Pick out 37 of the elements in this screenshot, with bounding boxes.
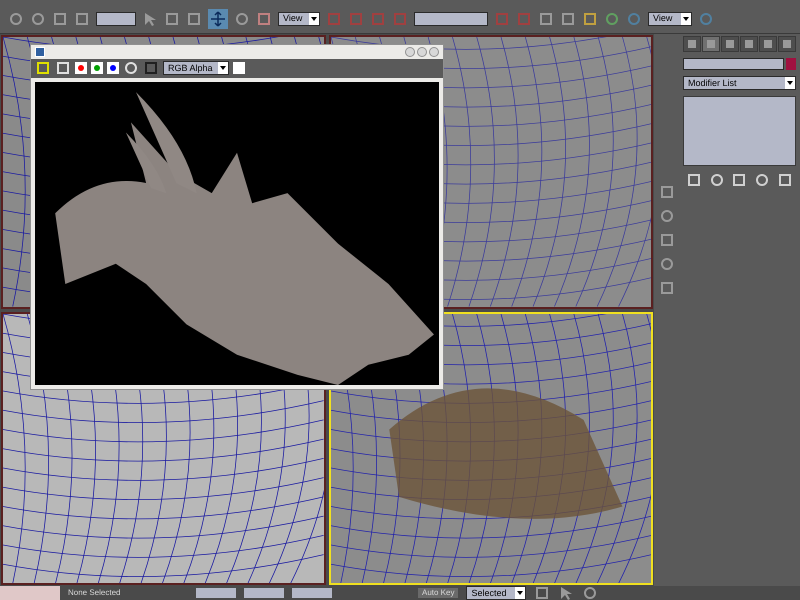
caret-icon <box>683 16 689 20</box>
object-name-field[interactable] <box>683 58 784 70</box>
command-panel-tab[interactable] <box>683 36 701 52</box>
command-panel-tab[interactable] <box>702 36 720 52</box>
channel-toggle[interactable] <box>75 62 87 74</box>
caret-icon <box>517 591 524 595</box>
coordinate-dropdown[interactable]: View <box>278 12 320 26</box>
select-cursor-icon[interactable] <box>142 10 158 26</box>
window-control-button[interactable] <box>405 46 415 57</box>
channel-dropdown[interactable]: RGB Alpha <box>163 61 229 76</box>
caret-icon <box>311 16 317 20</box>
command-panel-tab[interactable] <box>721 36 739 52</box>
key-filter-dropdown[interactable]: Selected <box>466 586 526 600</box>
channel-toggle[interactable] <box>107 62 119 74</box>
coordinate-field[interactable] <box>244 588 284 598</box>
command-panel-tab[interactable] <box>759 36 777 52</box>
coordinate-field[interactable] <box>196 588 236 598</box>
window-control-button[interactable] <box>429 46 439 57</box>
move-icon[interactable] <box>210 10 226 26</box>
command-panel-tab[interactable] <box>740 36 758 52</box>
app-logo-icon <box>35 46 45 57</box>
channel-toggle[interactable] <box>91 62 103 74</box>
selection-filter-dropdown[interactable] <box>96 12 136 26</box>
modifier-stack-list[interactable] <box>683 96 796 166</box>
caret-icon <box>787 81 793 85</box>
named-selection-field[interactable] <box>414 12 488 26</box>
caret-icon <box>220 66 226 70</box>
color-swatch[interactable] <box>233 62 245 74</box>
coordinate-field[interactable] <box>292 588 332 598</box>
render-type-dropdown[interactable]: View <box>648 12 692 26</box>
selection-status: None Selected <box>68 589 122 597</box>
maxscript-listener-field[interactable] <box>0 586 60 600</box>
command-panel-tab[interactable] <box>778 36 796 52</box>
object-color-swatch[interactable] <box>786 58 796 70</box>
auto-key-button[interactable]: Auto Key <box>418 588 458 598</box>
modifier-list-dropdown[interactable]: Modifier List <box>683 76 796 90</box>
window-control-button[interactable] <box>417 46 427 57</box>
